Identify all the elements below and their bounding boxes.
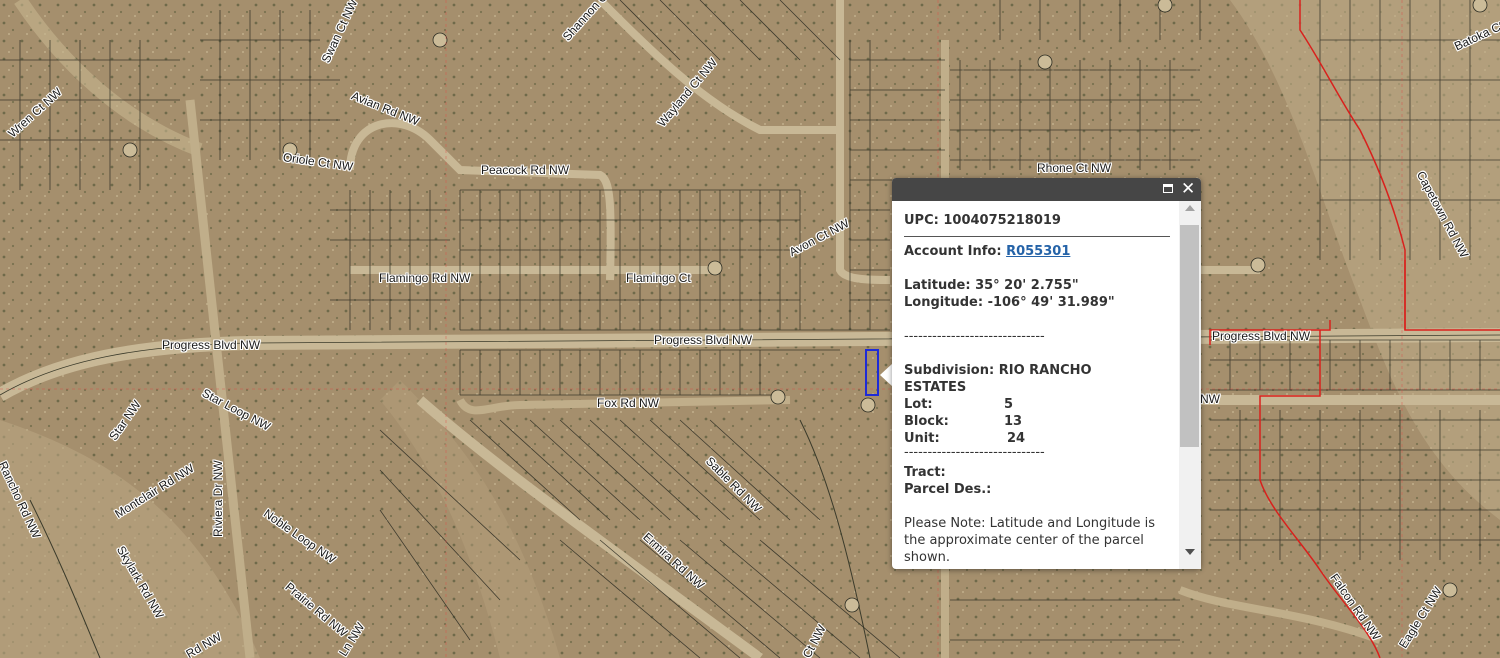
road-label: Riviera Dr NW (211, 460, 225, 537)
road-label: Flamingo Ct (626, 271, 691, 285)
latitude-value: 35° 20' 2.755" (975, 278, 1079, 293)
tract-label: Tract: (904, 465, 946, 480)
subdivision-value: RIO RANCHO (998, 363, 1092, 378)
close-icon[interactable]: ✕ (1181, 181, 1195, 198)
popup-scrollbar[interactable] (1179, 201, 1201, 569)
scroll-up-arrow-icon[interactable] (1185, 205, 1195, 211)
popup-content[interactable]: UPC: 1004075218019 Account Info: R055301… (892, 201, 1178, 569)
parcel-info-popup: ✕ UPC: 1004075218019 Account Info: R0553… (892, 178, 1201, 569)
road-label: Peacock Rd NW (481, 163, 570, 177)
road-label: Fox Rd NW (597, 396, 660, 410)
subdivision-value-continued: ESTATES (904, 380, 967, 395)
parcel-des-label: Parcel Des.: (904, 482, 992, 497)
road-label: NW (1200, 392, 1220, 406)
road-label: Flamingo Rd NW (379, 271, 471, 285)
block-value: 13 (1004, 414, 1023, 429)
maximize-icon[interactable] (1163, 184, 1173, 193)
lot-row: Lot: 5 (904, 397, 1104, 412)
account-row: Account Info: R055301 (904, 244, 1070, 259)
unit-value: 24 (1007, 431, 1026, 446)
subdivision-label: Subdivision: (904, 363, 995, 378)
separator: ------------------------------ (904, 445, 1045, 460)
road-label: Progress Blvd NW (1212, 329, 1311, 343)
block-row: Block: 13 (904, 414, 1104, 429)
upc-row: UPC: 1004075218019 (904, 213, 1061, 228)
subdivision-row: Subdivision: RIO RANCHO (904, 363, 1092, 378)
note-line: shown. (904, 550, 950, 565)
longitude-row: Longitude: -106° 49' 31.989" (904, 295, 1115, 310)
scrollbar-thumb[interactable] (1180, 225, 1199, 447)
block-label: Block: (904, 414, 949, 429)
scroll-down-arrow-icon[interactable] (1185, 549, 1195, 555)
latitude-label: Latitude: (904, 278, 971, 293)
unit-row: Unit: 24 (904, 431, 1104, 446)
upc-label: UPC: (904, 213, 939, 228)
road-label: Progress Blvd NW (162, 338, 261, 352)
road-label: Rhone Ct NW (1037, 161, 1112, 175)
upc-value: 1004075218019 (943, 213, 1061, 228)
latitude-row: Latitude: 35° 20' 2.755" (904, 278, 1079, 293)
longitude-label: Longitude: (904, 295, 984, 310)
selected-parcel-outline[interactable] (865, 349, 879, 396)
unit-label: Unit: (904, 431, 940, 446)
longitude-value: -106° 49' 31.989" (987, 295, 1115, 310)
account-link[interactable]: R055301 (1006, 244, 1070, 259)
separator: ------------------------------ (904, 329, 1045, 344)
divider (904, 236, 1170, 237)
account-label: Account Info: (904, 244, 1002, 259)
map-view[interactable]: Wren Ct NW Swan Ct NW Avian Rd NW Shanno… (0, 0, 1500, 658)
note-line: Please Note: Latitude and Longitude is (904, 516, 1156, 531)
road-label: Progress Blvd NW (654, 333, 753, 347)
popup-header: ✕ (892, 178, 1201, 201)
lot-label: Lot: (904, 397, 933, 412)
lot-value: 5 (1004, 397, 1014, 412)
note-line: the approximate center of the parcel (904, 533, 1144, 548)
